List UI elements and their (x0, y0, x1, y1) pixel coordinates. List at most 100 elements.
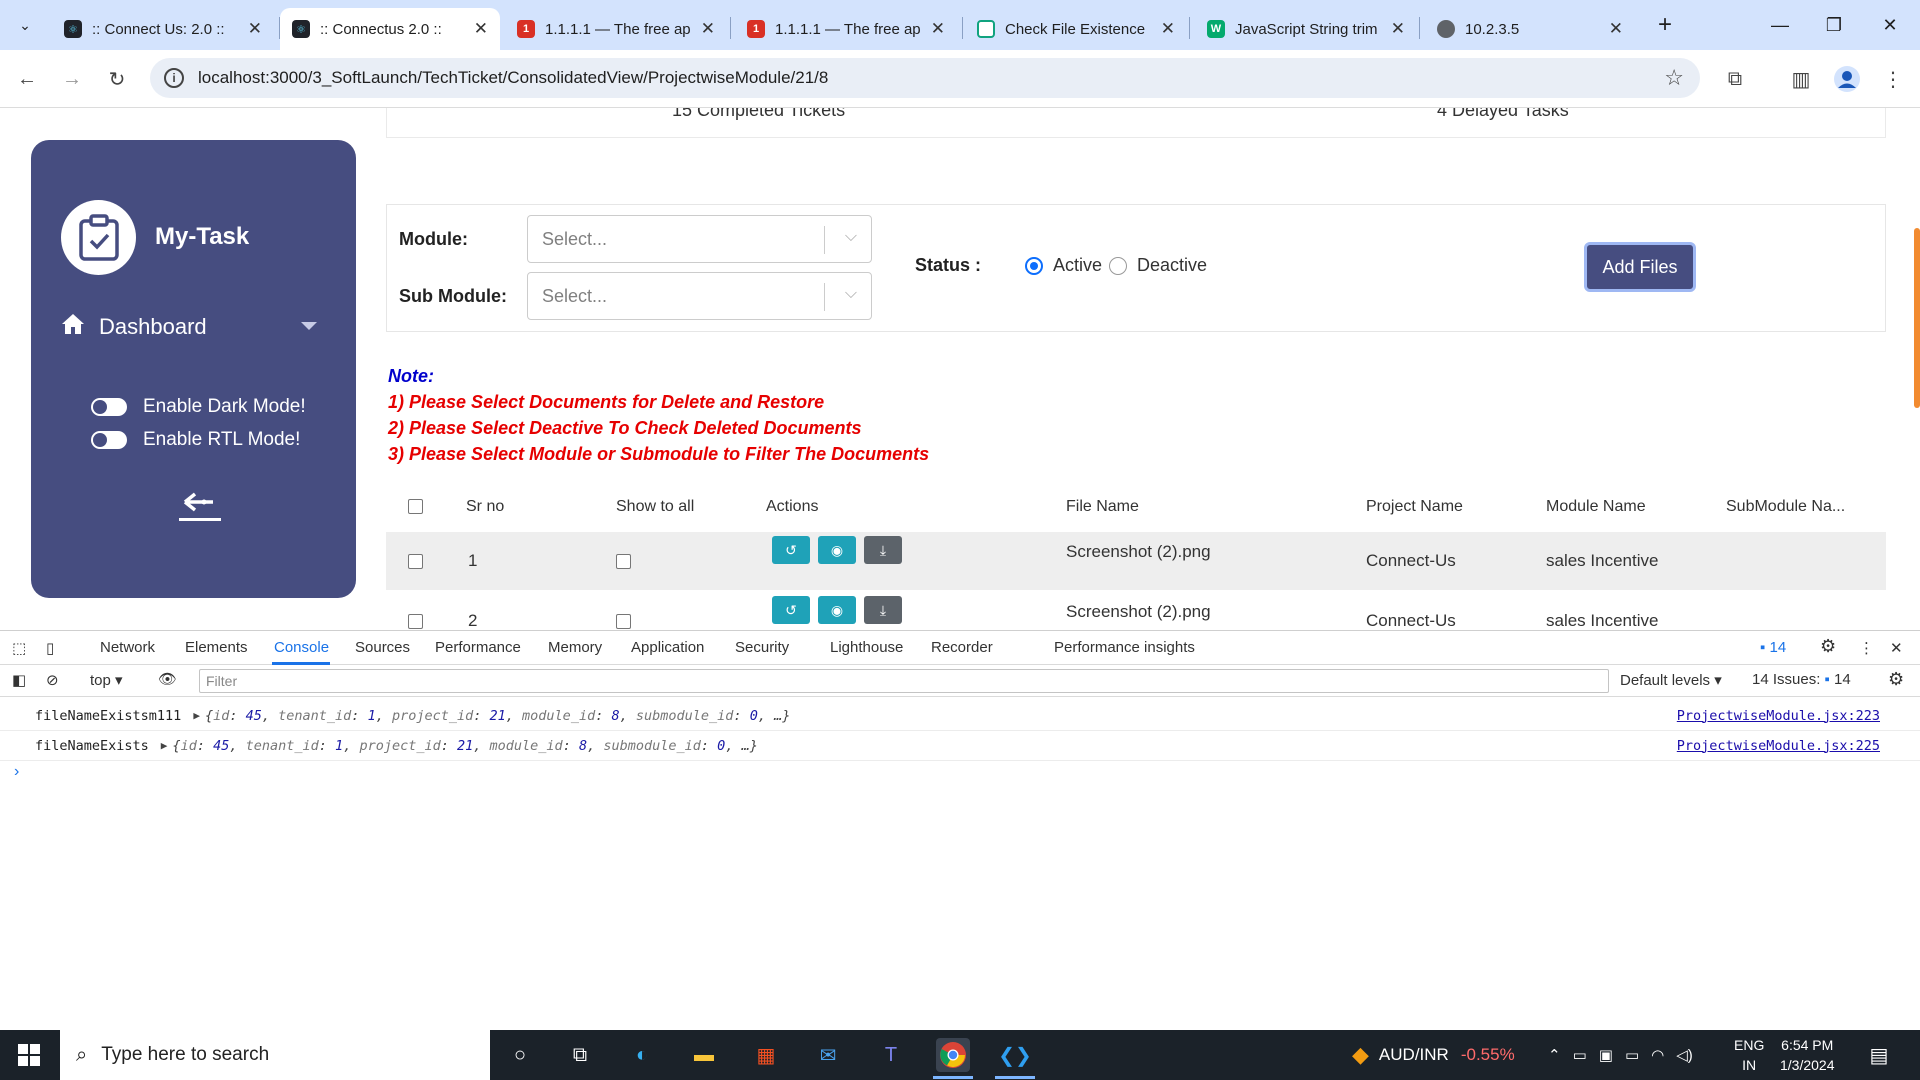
chevron-up-icon[interactable]: ⌃ (1548, 1046, 1561, 1064)
status-deactive-radio[interactable]: Deactive (1109, 255, 1207, 276)
table-row[interactable]: 1 ↺ ◉ ⤓ Screenshot (2).png Connect-Us sa… (386, 532, 1886, 590)
devtools-tab-console[interactable]: Console (274, 639, 329, 656)
forward-arrow-icon[interactable]: → (57, 64, 87, 94)
log-object-preview[interactable]: {id: 45, tenant_id: 1, project_id: 21, m… (205, 708, 790, 724)
bookmark-star-icon[interactable]: ☆ (1664, 65, 1684, 91)
chevron-down-icon[interactable] (301, 322, 317, 330)
issues-summary[interactable]: 14 Issues: ▪ 14 (1752, 671, 1851, 688)
window-close-icon[interactable]: ✕ (1870, 8, 1910, 42)
taskbar-search-box[interactable]: ⌕ Type here to search (60, 1030, 490, 1080)
show-to-all-checkbox[interactable] (616, 554, 631, 569)
row-file-name[interactable]: Screenshot (2).png (1066, 602, 1211, 622)
dark-mode-toggle[interactable] (91, 398, 127, 416)
side-panel-icon[interactable]: ▥ (1786, 64, 1816, 94)
back-arrow-icon[interactable]: ← (12, 64, 42, 94)
table-row[interactable]: 2 ↺ ◉ ⤓ Screenshot (2).png Connect-Us sa… (386, 592, 1886, 630)
restore-icon[interactable]: ❐ (1814, 8, 1854, 42)
column-header-sr[interactable]: Sr no (466, 498, 504, 516)
devtools-tab-sources[interactable]: Sources (355, 639, 410, 656)
module-select[interactable]: Select... ⌵ (527, 215, 872, 263)
row-file-name[interactable]: Screenshot (2).png (1066, 542, 1211, 562)
select-all-checkbox[interactable] (408, 499, 423, 514)
tab-search-button[interactable]: ⌄ (10, 10, 40, 40)
column-header-submodule-name[interactable]: SubModule Na... (1726, 498, 1845, 516)
minimize-icon[interactable]: — (1760, 8, 1800, 42)
url-text[interactable]: localhost:3000/3_SoftLaunch/TechTicket/C… (198, 68, 828, 88)
log-source-link[interactable]: ProjectwiseModule.jsx:225 (1677, 738, 1880, 754)
page-scrollbar[interactable] (1914, 228, 1920, 408)
notifications-icon[interactable]: ▤ (1862, 1038, 1896, 1072)
edge-icon[interactable]: ◐ (625, 1038, 659, 1072)
console-prompt-chevron-icon[interactable]: › (14, 763, 19, 781)
status-active-radio[interactable]: Active (1025, 255, 1102, 276)
expand-triangle-icon[interactable]: ▶ (161, 739, 168, 752)
reload-icon[interactable]: ↻ (102, 64, 132, 94)
store-icon[interactable]: ▦ (749, 1038, 783, 1072)
devtools-tab-memory[interactable]: Memory (548, 639, 602, 656)
mail-icon[interactable]: ✉ (811, 1038, 845, 1072)
chevron-down-icon[interactable]: ⌵ (845, 285, 857, 303)
log-source-link[interactable]: ProjectwiseModule.jsx:223 (1677, 708, 1880, 724)
system-clock[interactable]: 6:54 PM 1/3/2024 (1780, 1035, 1835, 1075)
close-icon[interactable]: ✕ (1391, 19, 1405, 39)
windows-start-icon[interactable] (18, 1044, 40, 1066)
close-icon[interactable]: ✕ (1609, 19, 1623, 39)
task-view-icon[interactable]: ⧉ (563, 1038, 597, 1072)
close-icon[interactable]: ✕ (931, 19, 945, 39)
devtools-tab-network[interactable]: Network (100, 639, 155, 656)
browser-menu-icon[interactable]: ⋮ (1878, 64, 1908, 94)
vscode-icon[interactable]: ❮❯ (998, 1038, 1032, 1072)
column-header-actions[interactable]: Actions (766, 498, 818, 516)
history-icon[interactable]: ↺ (772, 596, 810, 624)
download-icon[interactable]: ⤓ (864, 536, 902, 564)
devtools-menu-icon[interactable]: ⋮ (1859, 639, 1874, 657)
devtools-tab-elements[interactable]: Elements (185, 639, 248, 656)
radio-unselected-icon[interactable] (1109, 256, 1127, 275)
file-explorer-icon[interactable]: ▬ (687, 1038, 721, 1072)
input-language[interactable]: ENG IN (1734, 1035, 1764, 1075)
eye-icon[interactable]: ◉ (818, 536, 856, 564)
volume-icon[interactable]: ◁) (1676, 1046, 1693, 1064)
device-toolbar-icon[interactable]: ▯ (46, 639, 54, 657)
submodule-select[interactable]: Select... ⌵ (527, 272, 872, 320)
devtools-tab-recorder[interactable]: Recorder (931, 639, 993, 656)
browser-tab-1[interactable]: ⚛ :: Connect Us: 2.0 :: ✕ (52, 8, 274, 50)
address-bar[interactable]: i localhost:3000/3_SoftLaunch/TechTicket… (150, 58, 1700, 98)
issues-badge[interactable]: ▪ 14 (1760, 639, 1786, 656)
browser-tab-2-active[interactable]: ⚛ :: Connectus 2.0 :: ✕ (280, 8, 500, 50)
history-icon[interactable]: ↺ (772, 536, 810, 564)
rtl-mode-toggle-row[interactable]: Enable RTL Mode! (91, 429, 300, 451)
chrome-icon[interactable] (936, 1038, 970, 1072)
column-header-show-to-all[interactable]: Show to all (616, 498, 694, 516)
column-header-project-name[interactable]: Project Name (1366, 498, 1463, 516)
console-settings-gear-icon[interactable]: ⚙ (1888, 669, 1904, 690)
context-select[interactable]: top ▾ (90, 671, 123, 689)
sidebar-item-dashboard[interactable]: Dashboard (61, 313, 207, 341)
tray-app-icon[interactable]: ▣ (1599, 1046, 1613, 1064)
close-icon[interactable]: ✕ (474, 19, 488, 39)
console-filter-input[interactable]: Filter (199, 669, 1609, 693)
column-header-file-name[interactable]: File Name (1066, 498, 1139, 516)
add-files-button[interactable]: Add Files (1584, 242, 1696, 292)
site-info-icon[interactable]: i (164, 68, 184, 88)
show-to-all-checkbox[interactable] (616, 614, 631, 629)
radio-selected-icon[interactable] (1025, 256, 1043, 275)
rtl-mode-toggle[interactable] (91, 431, 127, 449)
system-tray[interactable]: ⌃ ▭ ▣ ▭ ◠ ◁) (1548, 1030, 1693, 1080)
download-icon[interactable]: ⤓ (864, 596, 902, 624)
cortana-icon[interactable]: ○ (503, 1038, 537, 1072)
row-select-checkbox[interactable] (408, 554, 423, 569)
browser-tab-5[interactable]: Check File Existence ✕ (965, 8, 1187, 50)
close-icon[interactable]: ✕ (248, 19, 262, 39)
browser-tab-6[interactable]: W JavaScript String trim ✕ (1195, 8, 1417, 50)
eye-icon[interactable]: ◉ (818, 596, 856, 624)
eye-icon[interactable]: 👁 (158, 670, 177, 688)
profile-avatar-icon[interactable] (1832, 64, 1862, 94)
browser-tab-3[interactable]: 1 1.1.1.1 — The free ap ✕ (505, 8, 727, 50)
console-log-line[interactable]: fileNameExists ▶ {id: 45, tenant_id: 1, … (0, 731, 1920, 761)
collapse-arrow-icon[interactable] (179, 490, 221, 522)
browser-tab-7[interactable]: 10.2.3.5 ✕ (1425, 8, 1635, 50)
dark-mode-toggle-row[interactable]: Enable Dark Mode! (91, 396, 306, 418)
inspect-element-icon[interactable]: ⬚ (12, 639, 26, 657)
devtools-tab-lighthouse[interactable]: Lighthouse (830, 639, 903, 656)
